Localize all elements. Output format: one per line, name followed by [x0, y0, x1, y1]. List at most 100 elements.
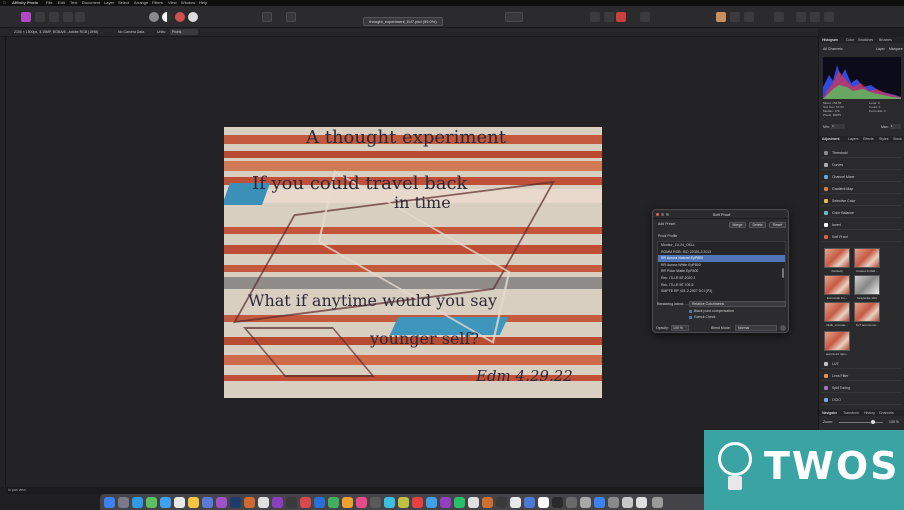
soft-proof-titlebar[interactable]: Soft Proof — [653, 210, 788, 219]
app-icon[interactable] — [538, 497, 549, 508]
rendering-intent-select[interactable]: Relative Colorimetric — [689, 301, 786, 307]
tab-brushes[interactable]: Brushes — [879, 37, 892, 43]
affinity-photo-icon[interactable] — [216, 497, 227, 508]
adjustment-threshold[interactable]: Threshold — [822, 148, 902, 158]
min-field[interactable]: 0 — [831, 124, 845, 129]
profile-item[interactable]: ROMM RGB: ISO 22028-2:2013 — [658, 249, 785, 256]
gear-icon[interactable] — [780, 325, 786, 331]
app-icon[interactable] — [524, 497, 535, 508]
color-balance-icon[interactable] — [175, 12, 185, 22]
profile-item[interactable]: Rec. ITU-R BT.2020-1 — [658, 275, 785, 282]
develop-persona-icon[interactable] — [49, 12, 59, 22]
tab-channels[interactable]: Channels — [879, 410, 894, 416]
zoom-value[interactable]: 100 % — [889, 420, 899, 424]
units-select[interactable]: Pixels — [170, 29, 198, 35]
arrange-icon[interactable] — [716, 12, 726, 22]
app-icon[interactable] — [342, 497, 353, 508]
adjustment-ocio[interactable]: OCIO — [822, 395, 902, 405]
max-field[interactable]: 1 — [890, 124, 901, 129]
app-icon[interactable] — [244, 497, 255, 508]
adjustment-soft-proof[interactable]: Soft Proof — [822, 232, 902, 242]
selection-intersect-icon[interactable] — [616, 12, 626, 22]
merge-button[interactable]: Merge — [729, 222, 746, 228]
view-mode-icon[interactable] — [262, 12, 272, 22]
reset-button[interactable]: Reset — [769, 222, 786, 228]
tab-navigator[interactable]: Navigator — [822, 410, 837, 416]
messages-icon[interactable] — [146, 497, 157, 508]
tab-histogram[interactable]: Histogram — [822, 37, 838, 43]
profile-item[interactable]: RR Aurora White EpP800 — [658, 262, 785, 269]
app-icon[interactable] — [608, 497, 619, 508]
tab-layers[interactable]: Layers — [848, 136, 859, 142]
quick-mask-icon[interactable] — [505, 12, 523, 22]
selection-add-icon[interactable] — [590, 12, 600, 22]
trash-icon[interactable] — [652, 497, 663, 508]
adjustment-split-toning[interactable]: Split Toning — [822, 383, 902, 393]
app-icon[interactable] — [398, 497, 409, 508]
white-balance-icon[interactable] — [188, 12, 198, 22]
blend-mode-select[interactable]: Normal — [735, 325, 777, 331]
proof-profile-list[interactable]: Monitor_1U-24_DELL ROMM RGB: ISO 22028-2… — [657, 241, 786, 305]
profile-item-selected[interactable]: RR Aurora Natural EpP800 — [658, 255, 785, 262]
liquify-persona-icon[interactable] — [35, 12, 45, 22]
delete-button[interactable]: Delete — [749, 222, 766, 228]
adjustment-selective-color[interactable]: Selective Color — [822, 196, 902, 206]
selection-subtract-icon[interactable] — [604, 12, 614, 22]
black-point-checkbox[interactable] — [689, 310, 692, 313]
tab-adjustment[interactable]: Adjustment — [822, 136, 840, 142]
photo-persona-icon[interactable] — [21, 12, 31, 22]
adjustment-color-balance[interactable]: Color Balance — [822, 208, 902, 218]
preset-thumbnail[interactable] — [854, 302, 880, 322]
app-icon[interactable] — [594, 497, 605, 508]
adjustment-curves[interactable]: Curves — [822, 160, 902, 170]
app-icon[interactable] — [286, 497, 297, 508]
view-quality-icon[interactable] — [286, 12, 296, 22]
app-icon[interactable] — [552, 497, 563, 508]
adjustment-lens-filter[interactable]: Lens Filter — [822, 371, 902, 381]
assistant-icon[interactable] — [796, 12, 806, 22]
tab-styles[interactable]: Styles — [879, 136, 889, 142]
gamut-check-checkbox[interactable] — [689, 316, 692, 319]
app-icon[interactable] — [510, 497, 521, 508]
tab-effects[interactable]: Effects — [863, 136, 874, 142]
align-icon[interactable] — [730, 12, 740, 22]
tab-color[interactable]: Color — [846, 37, 854, 43]
snapping-icon[interactable] — [640, 12, 650, 22]
app-icon[interactable] — [412, 497, 423, 508]
preset-thumbnail[interactable] — [824, 331, 850, 351]
adjustment-lut[interactable]: LUT — [822, 359, 902, 369]
app-icon[interactable] — [482, 497, 493, 508]
notes-icon[interactable] — [188, 497, 199, 508]
app-icon[interactable] — [580, 497, 591, 508]
tab-swatches[interactable]: Swatches — [858, 37, 873, 43]
marquee-toggle[interactable]: Marquee — [889, 47, 903, 51]
profile-item[interactable]: RR Polar Matte EpP800 — [658, 268, 785, 275]
contrast-icon[interactable] — [162, 12, 172, 22]
app-icon[interactable] — [426, 497, 437, 508]
preset-thumbnail[interactable] — [824, 248, 850, 268]
layer-toggle[interactable]: Layer — [876, 47, 885, 51]
channel-select[interactable]: All Channels — [823, 47, 843, 51]
app-icon[interactable] — [496, 497, 507, 508]
app-icon[interactable] — [440, 497, 451, 508]
studio-icon[interactable] — [810, 12, 820, 22]
preset-thumbnail[interactable] — [824, 302, 850, 322]
document-tab[interactable]: thought_experiment_Ed7.psd (59.0%) — [363, 17, 443, 26]
app-icon[interactable] — [272, 497, 283, 508]
launchpad-icon[interactable] — [118, 497, 129, 508]
app-icon[interactable] — [566, 497, 577, 508]
zoom-slider-handle[interactable] — [871, 420, 875, 424]
mail-icon[interactable] — [160, 497, 171, 508]
adjustment-channel-mixer[interactable]: Channel Mixer — [822, 172, 902, 182]
app-icon[interactable] — [636, 497, 647, 508]
flip-icon[interactable] — [744, 12, 754, 22]
zoom-slider[interactable] — [839, 422, 883, 423]
preferences-icon[interactable] — [824, 12, 834, 22]
app-icon[interactable] — [328, 497, 339, 508]
app-icon[interactable] — [454, 497, 465, 508]
app-icon[interactable] — [468, 497, 479, 508]
app-icon[interactable] — [384, 497, 395, 508]
tab-transform[interactable]: Transform — [843, 410, 859, 416]
tab-history[interactable]: History — [864, 410, 875, 416]
profile-item[interactable]: Monitor_1U-24_DELL — [658, 242, 785, 249]
